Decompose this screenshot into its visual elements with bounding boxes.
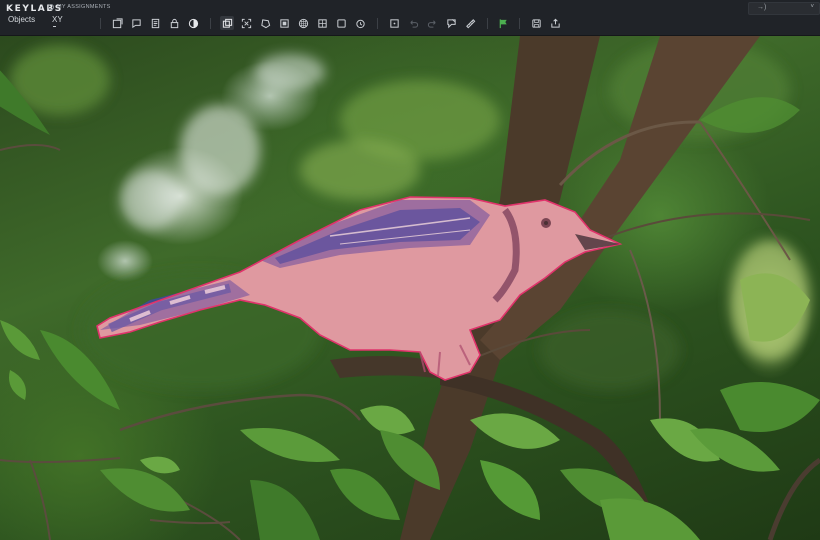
- export-icon[interactable]: [548, 16, 562, 30]
- toolbar-divider: [519, 18, 520, 29]
- select-icon[interactable]: [110, 16, 124, 30]
- assignments-icon: [48, 4, 54, 10]
- box-tool-icon[interactable]: [277, 16, 291, 30]
- xy-value-dash: [53, 26, 56, 27]
- document-icon[interactable]: [148, 16, 162, 30]
- save-icon[interactable]: [529, 16, 543, 30]
- contrast-icon[interactable]: [186, 16, 200, 30]
- undo-icon[interactable]: [406, 16, 420, 30]
- toolbar-divider: [210, 18, 211, 29]
- lock-icon[interactable]: [167, 16, 181, 30]
- fit-icon[interactable]: [239, 16, 253, 30]
- pattern-icon[interactable]: [296, 16, 310, 30]
- ruler-icon[interactable]: [463, 16, 477, 30]
- tab-objects[interactable]: Objects: [8, 15, 35, 24]
- square-icon[interactable]: [334, 16, 348, 30]
- photo-layer: [0, 36, 820, 540]
- toolbar-divider: [487, 18, 488, 29]
- top-toolbar: KEYLABS MY ASSIGNMENTS Objects XY →) ˅: [0, 0, 820, 36]
- redo-icon[interactable]: [425, 16, 439, 30]
- logout-icon: →): [757, 4, 767, 11]
- toolbar-divider: [377, 18, 378, 29]
- my-assignments-link[interactable]: MY ASSIGNMENTS: [48, 4, 111, 10]
- target-icon[interactable]: [315, 16, 329, 30]
- timer-icon[interactable]: [353, 16, 367, 30]
- tag-icon[interactable]: [444, 16, 458, 30]
- tab-xy[interactable]: XY: [52, 15, 63, 24]
- account-menu[interactable]: →) ˅: [748, 2, 820, 15]
- my-assignments-label: MY ASSIGNMENTS: [57, 4, 111, 10]
- polygon-icon[interactable]: [258, 16, 272, 30]
- crosshair-icon[interactable]: [387, 16, 401, 30]
- flag-icon[interactable]: [496, 16, 510, 30]
- toolbar-divider: [100, 18, 101, 29]
- chevron-down-icon: ˅: [810, 4, 814, 10]
- comment-icon[interactable]: [129, 16, 143, 30]
- copy-icon[interactable]: [220, 16, 234, 30]
- image-canvas[interactable]: [0, 36, 820, 540]
